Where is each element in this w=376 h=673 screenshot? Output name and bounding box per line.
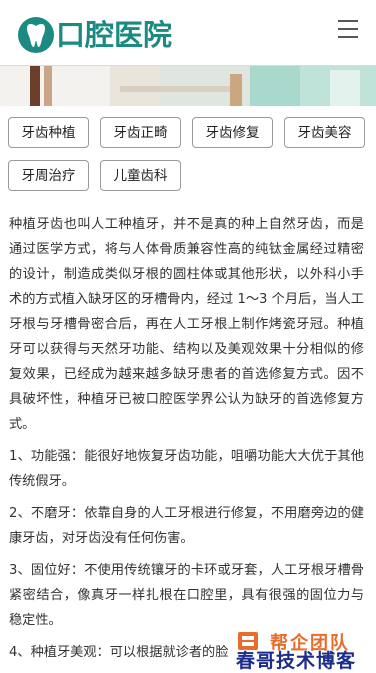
menu-icon[interactable]	[338, 20, 362, 42]
tag-restoration[interactable]: 牙齿修复	[192, 117, 273, 148]
banner-image	[0, 66, 376, 106]
article-paragraph: 1、功能强：能很好地恢复牙齿功能，咀嚼功能大大优于其他传统假牙。	[9, 449, 364, 489]
article-body: 种植牙齿也叫人工种植牙，并不是真的种上自然牙齿，而是通过医学方式，将与人体骨质兼…	[9, 212, 364, 672]
article-paragraph: 2、不磨牙：依靠自身的人工牙根进行修复，不用磨旁边的健康牙齿，对牙齿没有任何伤害…	[9, 506, 364, 546]
site-title[interactable]: 口腔医院	[56, 15, 172, 55]
article-paragraph: 种植牙齿也叫人工种植牙，并不是真的种上自然牙齿，而是通过医学方式，将与人体骨质兼…	[9, 217, 364, 432]
tag-orthodontics[interactable]: 牙齿正畸	[100, 117, 181, 148]
tag-cosmetic[interactable]: 牙齿美容	[284, 117, 365, 148]
watermark-text: 春哥技术博客	[236, 650, 357, 672]
tag-implant[interactable]: 牙齿种植	[8, 117, 89, 148]
site-header: 口腔医院	[0, 0, 376, 66]
tag-pediatric[interactable]: 儿童齿科	[100, 160, 181, 191]
article-paragraph: 3、固位好：不使用传统镶牙的卡环或牙套，人工牙根牙槽骨紧密结合，像真牙一样扎根在…	[9, 563, 364, 628]
tag-periodontal[interactable]: 牙周治疗	[8, 160, 89, 191]
